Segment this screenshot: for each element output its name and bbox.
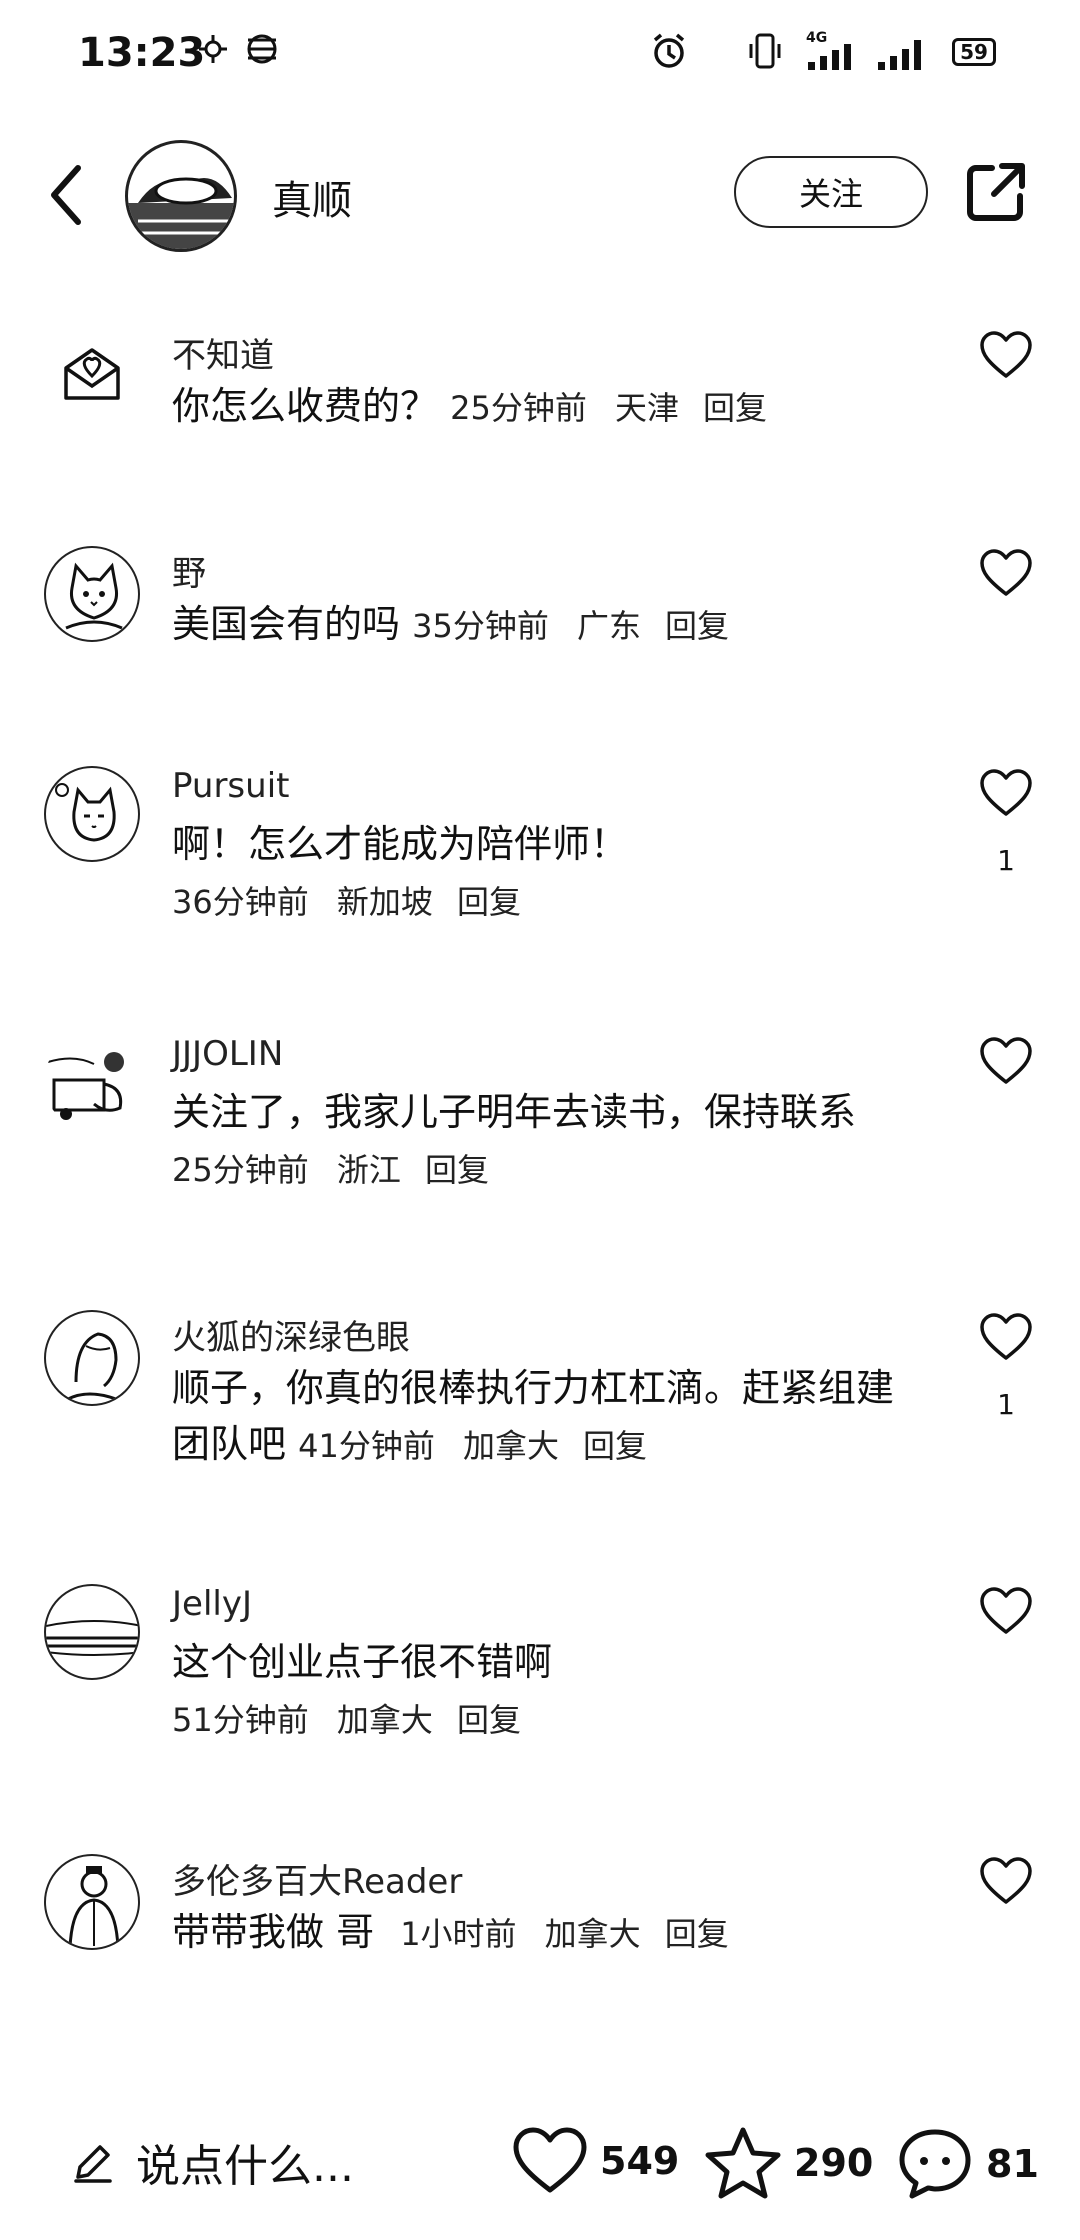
comment-body: 带带我做 哥 1小时前 加拿大 回复 xyxy=(172,1904,912,1962)
comment-like-count: 1 xyxy=(997,1388,1015,1421)
author-avatar-image xyxy=(128,177,234,249)
comment-avatar[interactable] xyxy=(44,328,140,424)
comment-like-icon[interactable] xyxy=(978,328,1034,384)
comment-like-icon[interactable] xyxy=(978,1310,1034,1366)
follow-button[interactable]: 关注 xyxy=(734,156,928,228)
comment-reply-button[interactable]: 回复 xyxy=(457,1701,521,1739)
comment-reply-button[interactable]: 回复 xyxy=(425,1151,489,1189)
post-header: 真顺 关注 xyxy=(0,130,1080,260)
status-bar: 13:23 4G 59 xyxy=(0,0,1080,110)
mail-heart-icon xyxy=(64,348,120,400)
comment-body: 关注了，我家儿子明年去读书，保持联系 25分钟前 浙江 回复 xyxy=(172,1084,912,1198)
comment-body: 美国会有的吗 35分钟前 广东 回复 xyxy=(172,596,912,654)
comment-time: 51分钟前 xyxy=(172,1701,309,1739)
comment-like-icon[interactable] xyxy=(978,1584,1034,1640)
comment-location: 广东 xyxy=(576,607,641,645)
person-avatar-image xyxy=(68,1866,120,1948)
comment-reply-button[interactable]: 回复 xyxy=(583,1427,647,1465)
app-notification-icon-2 xyxy=(247,34,277,64)
alarm-icon xyxy=(653,33,685,68)
comment-time: 25分钟前 xyxy=(172,1151,309,1189)
status-time: 13:23 xyxy=(78,30,206,76)
comment-like-count: 1 xyxy=(997,844,1015,877)
comment-body: 啊！怎么才能成为陪伴师！ 36分钟前 新加坡 回复 xyxy=(172,816,912,930)
comment-body: 你怎么收费的？ 25分钟前 天津 回复 xyxy=(172,378,912,436)
comment-avatar[interactable] xyxy=(44,766,140,862)
comment-like-icon[interactable] xyxy=(978,1854,1034,1910)
comment-avatar[interactable] xyxy=(44,1034,140,1130)
cat-avatar-image xyxy=(65,562,123,630)
comment-reply-button[interactable]: 回复 xyxy=(665,607,729,645)
comment-text: 这个创业点子很不错啊 xyxy=(172,1640,553,1684)
comment-avatar[interactable] xyxy=(44,1584,140,1680)
compose-placeholder: 说点什么... xyxy=(136,2141,354,2192)
favorite-count: 290 xyxy=(794,2141,874,2185)
comment-time: 35分钟前 xyxy=(412,607,549,645)
comment-location: 加拿大 xyxy=(544,1915,641,1953)
comment-location: 新加坡 xyxy=(336,883,433,921)
comment-username[interactable]: 多伦多百大Reader xyxy=(172,1854,462,1903)
comment-compose-input[interactable]: 说点什么... xyxy=(70,2130,354,2194)
comment-time: 41分钟前 xyxy=(298,1427,435,1465)
comment-body: 顺子，你真的很棒执行力杠杠滴。赶紧组建团队吧 41分钟前 加拿大 回复 xyxy=(172,1360,912,1474)
comment-location: 加拿大 xyxy=(336,1701,433,1739)
comment-text: 啊！怎么才能成为陪伴师！ xyxy=(172,822,629,866)
comment-username[interactable]: 野 xyxy=(172,546,206,595)
bottom-action-bar: 说点什么... 549 290 81 xyxy=(0,2110,1080,2220)
author-name[interactable]: 真顺 xyxy=(272,168,352,226)
comment-text: 带带我做 哥 xyxy=(172,1910,375,1954)
comment-like-icon[interactable] xyxy=(978,1034,1034,1090)
comment-time: 1小时前 xyxy=(400,1915,517,1953)
signal-icon xyxy=(808,44,851,70)
comment-like-icon[interactable] xyxy=(978,766,1034,822)
comment-username[interactable]: 火狐的深绿色眼 xyxy=(172,1310,410,1359)
comment-time: 25分钟前 xyxy=(450,389,587,427)
comment-location: 加拿大 xyxy=(462,1427,559,1465)
pencil-icon xyxy=(74,2145,112,2183)
comment-like-icon[interactable] xyxy=(978,546,1034,602)
comment-username[interactable]: JJJOLIN xyxy=(172,1034,283,1074)
author-avatar[interactable] xyxy=(125,140,237,252)
comment-reply-button[interactable]: 回复 xyxy=(457,883,521,921)
comment-time: 36分钟前 xyxy=(172,883,309,921)
comment-text: 美国会有的吗 xyxy=(172,602,401,646)
comment-username[interactable]: JellyJ xyxy=(172,1584,252,1624)
comment-avatar[interactable] xyxy=(44,546,140,642)
comment-count: 81 xyxy=(986,2142,1039,2186)
comments-button[interactable]: 81 xyxy=(896,2126,1039,2202)
comment-reply-button[interactable]: 回复 xyxy=(703,389,767,427)
landscape-avatar-image xyxy=(46,1620,138,1656)
comment-location: 浙江 xyxy=(336,1151,401,1189)
cat-avatar-image xyxy=(55,783,116,842)
comment-username[interactable]: 不知道 xyxy=(172,328,274,377)
share-icon[interactable] xyxy=(962,158,1030,226)
heart-icon xyxy=(513,2127,587,2193)
comment-bubble-icon xyxy=(899,2129,971,2199)
comment-text: 关注了，我家儿子明年去读书，保持联系 xyxy=(172,1090,857,1134)
vibrate-icon xyxy=(749,33,781,69)
scene-avatar-image xyxy=(47,1052,124,1120)
comment-body: 这个创业点子很不错啊 51分钟前 加拿大 回复 xyxy=(172,1634,912,1748)
comment-reply-button[interactable]: 回复 xyxy=(665,1915,729,1953)
app-notification-icon xyxy=(199,35,227,63)
comment-avatar[interactable] xyxy=(44,1854,140,1950)
like-count: 549 xyxy=(600,2139,680,2183)
portrait-avatar-image xyxy=(59,1332,129,1404)
signal-icon-2 xyxy=(878,40,921,70)
comment-text: 你怎么收费的？ xyxy=(172,384,439,428)
comment-avatar[interactable] xyxy=(44,1310,140,1406)
comment-location: 天津 xyxy=(614,389,679,427)
star-icon xyxy=(705,2127,781,2199)
favorite-button[interactable]: 290 xyxy=(704,2126,873,2200)
comment-username[interactable]: Pursuit xyxy=(172,766,289,806)
battery-indicator: 59 xyxy=(952,38,996,66)
back-button[interactable] xyxy=(40,160,100,230)
like-button[interactable]: 549 xyxy=(512,2126,679,2196)
